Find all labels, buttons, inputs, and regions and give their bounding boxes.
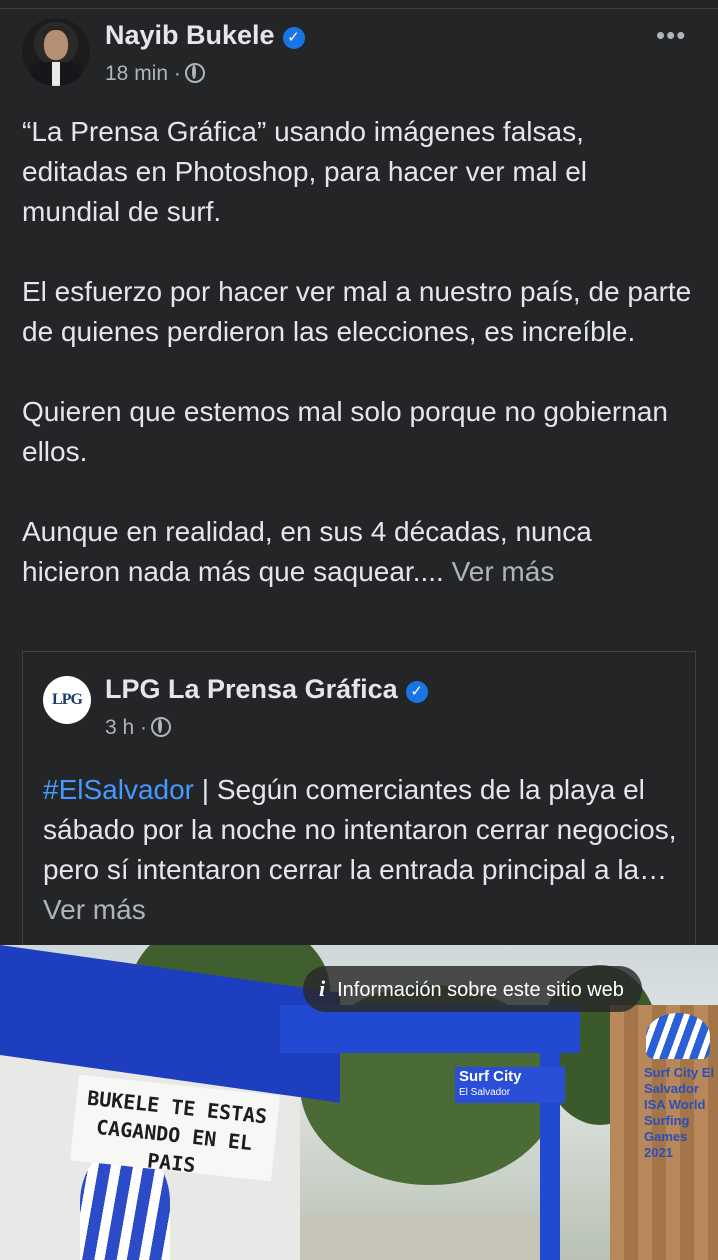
site-info-label: Información sobre este sitio web	[337, 979, 624, 1001]
author-name[interactable]: Nayib Bukele ✓	[105, 20, 305, 51]
author-avatar[interactable]	[22, 18, 90, 86]
meta-separator: ·	[173, 62, 181, 85]
post-paragraph-last: Aunque en realidad, en sus 4 décadas, nu…	[22, 512, 692, 592]
surf-logo	[646, 1013, 710, 1059]
shared-post-body: #ElSalvador | Según comerciantes de la p…	[43, 770, 683, 930]
post-meta: 18 min ·	[105, 62, 205, 86]
verified-badge-icon: ✓	[405, 681, 428, 703]
gate-sign-text: Surf City	[459, 1068, 522, 1085]
post-paragraph: “La Prensa Gráfica” usando imágenes fals…	[22, 116, 588, 227]
wooden-sign: Surf City El Salvador ISA World Surfing …	[610, 1005, 718, 1260]
more-options-button[interactable]: •••	[656, 20, 686, 51]
post-time[interactable]: 18 min	[105, 62, 168, 85]
shared-see-more-link[interactable]: Ver más	[43, 894, 146, 925]
shared-author-text[interactable]: LPG La Prensa Gráfica	[105, 674, 398, 704]
globe-icon	[151, 717, 172, 737]
gate-sign: Surf City El Salvador	[455, 1067, 565, 1103]
post-body: “La Prensa Gráfica” usando imágenes fals…	[22, 112, 692, 592]
lpg-logo[interactable]: LPG	[43, 676, 91, 724]
shared-author-name[interactable]: LPG La Prensa Gráfica ✓	[105, 674, 428, 705]
shared-post-card[interactable]: LPG LPG La Prensa Gráfica ✓ 3 h · #ElSalv…	[22, 651, 696, 945]
post-paragraph: Quieren que estemos mal solo porque no g…	[22, 396, 668, 467]
road	[300, 1215, 560, 1260]
gate-sign-sub: El Salvador	[459, 1087, 511, 1098]
see-more-link[interactable]: Ver más	[452, 556, 555, 587]
shared-post-meta: 3 h ·	[105, 716, 172, 740]
top-divider	[0, 8, 718, 9]
globe-icon	[184, 63, 205, 83]
info-icon: i	[319, 976, 326, 1001]
wall-sign-text: Surf City El Salvador ISA World Surfing …	[644, 1065, 715, 1160]
gate-beam	[280, 1005, 580, 1053]
author-name-text[interactable]: Nayib Bukele	[105, 20, 275, 50]
meta-separator: ·	[140, 716, 148, 739]
verified-badge-icon: ✓	[282, 27, 305, 49]
site-info-button[interactable]: i Información sobre este sitio web	[303, 966, 642, 1012]
shared-post-time[interactable]: 3 h	[105, 716, 134, 739]
post-paragraph: El esfuerzo por hacer ver mal a nuestro …	[22, 276, 692, 347]
hashtag-link[interactable]: #ElSalvador	[43, 774, 194, 805]
